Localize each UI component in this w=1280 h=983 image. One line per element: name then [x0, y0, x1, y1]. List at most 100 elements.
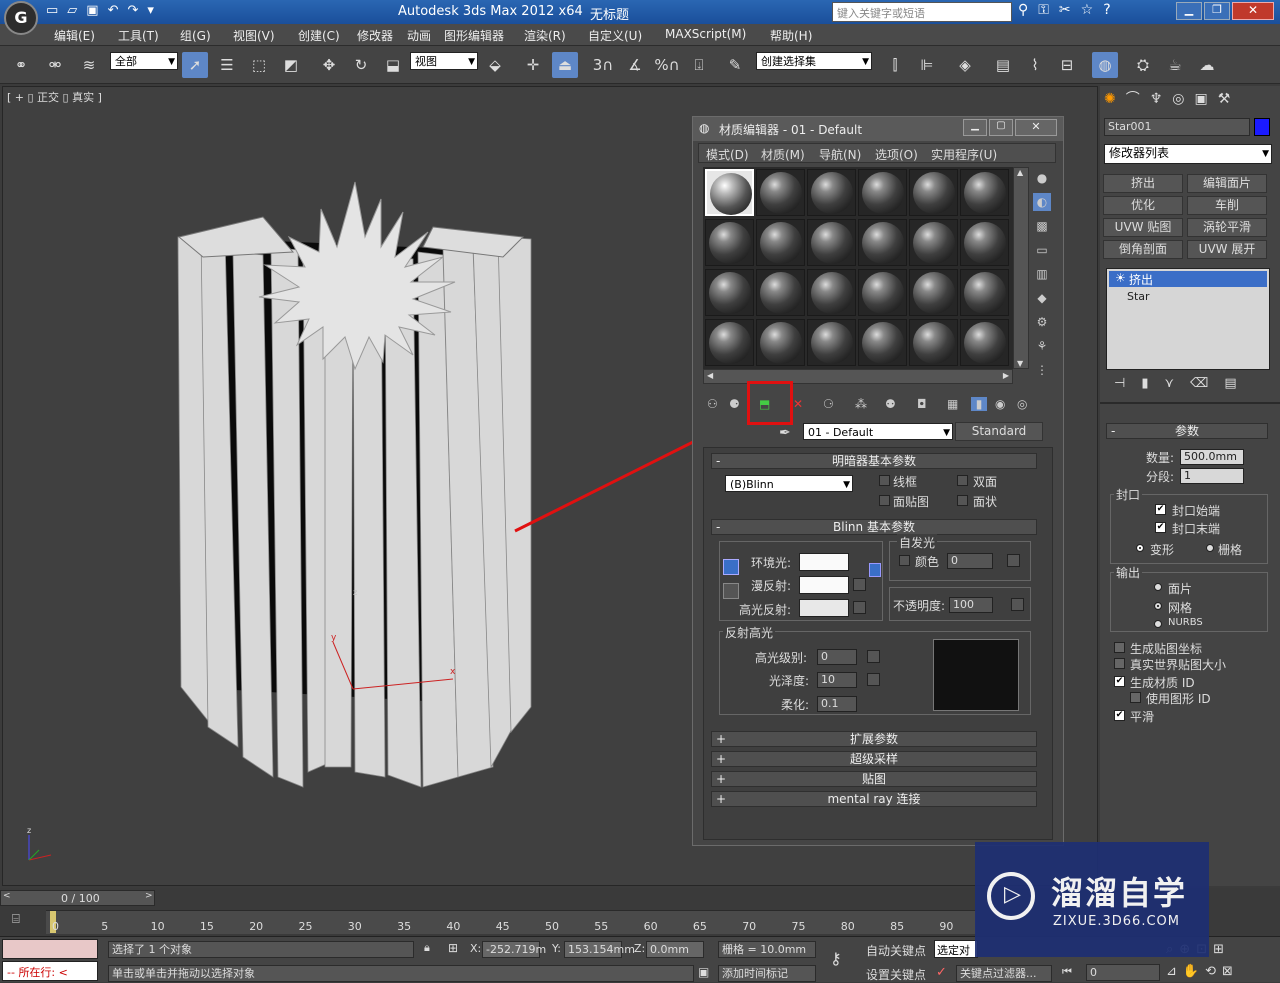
scroll-right-icon[interactable]: ▶ — [1003, 371, 1009, 380]
select-by-name-icon[interactable]: ☰ — [214, 52, 240, 78]
time-tag-icon[interactable]: ▣ — [698, 965, 709, 979]
window-crossing-icon[interactable]: ◩ — [278, 52, 304, 78]
stack-item-star[interactable]: Star — [1127, 290, 1150, 303]
modify-tab-icon[interactable]: ⌒ — [1126, 91, 1150, 107]
backlight-icon[interactable]: ◐ — [1033, 193, 1051, 211]
wire-checkbox[interactable] — [879, 475, 890, 486]
shader-basic-rollout[interactable]: - 明暗器基本参数 — [711, 453, 1037, 469]
mated-menu-navigation[interactable]: 导航(N) — [819, 146, 861, 163]
trackbar[interactable] — [46, 910, 976, 934]
dropdown-icon[interactable]: ▾ — [147, 3, 163, 18]
object-name-field[interactable]: Star001 — [1104, 118, 1250, 136]
material-sample-slot[interactable] — [960, 319, 1009, 366]
specular-map-button[interactable] — [853, 601, 866, 614]
selection-set-dropdown[interactable]: 选定对 — [934, 940, 978, 958]
specular-color-swatch[interactable] — [799, 599, 849, 617]
keyboard-shortcut-icon[interactable]: ⏏ — [552, 52, 578, 78]
select-object-icon[interactable]: ➚ — [182, 52, 208, 78]
mod-btn-unwrap-uvw[interactable]: UVW 展开 — [1187, 240, 1267, 259]
face-map-checkbox[interactable] — [879, 495, 890, 506]
material-sample-slot[interactable] — [909, 219, 958, 266]
close-button[interactable]: ✕ — [1232, 2, 1274, 20]
app-logo-icon[interactable]: G — [4, 1, 38, 35]
redo-icon[interactable]: ↷ — [128, 3, 148, 18]
video-color-check-icon[interactable]: ▥ — [1033, 265, 1051, 283]
running-line[interactable]: -- 所在行: < — [2, 961, 98, 981]
reference-coord-dropdown[interactable]: 视图 ▼ — [410, 52, 478, 70]
material-sample-slot[interactable] — [705, 169, 754, 216]
show-end-result-mat-icon[interactable]: ▮ — [971, 397, 987, 411]
specular-level-spinner[interactable]: 0 — [817, 649, 857, 665]
schematic-view-icon[interactable]: ⊟ — [1054, 52, 1080, 78]
object-color-swatch[interactable] — [1254, 118, 1270, 136]
grid-radio[interactable] — [1206, 544, 1214, 552]
edit-named-sets-icon[interactable]: ✎ — [722, 52, 748, 78]
diffuse-color-swatch[interactable] — [799, 576, 849, 594]
mesh-radio[interactable] — [1154, 602, 1162, 610]
material-sample-slot[interactable] — [858, 269, 907, 316]
menu-group[interactable]: 组(G) — [180, 27, 211, 44]
time-slider[interactable]: < 0 / 100 > — [0, 890, 155, 906]
menu-modifiers[interactable]: 修改器 — [357, 27, 393, 44]
sample-type-icon[interactable]: ● — [1033, 169, 1051, 187]
maps-rollout[interactable]: + 贴图 — [711, 771, 1037, 787]
lock-selection-icon[interactable]: 🔒︎ — [424, 941, 430, 955]
layer-manager-icon[interactable]: ◈ — [952, 52, 978, 78]
star-icon[interactable]: ☆ — [1081, 2, 1104, 18]
material-sample-slot[interactable] — [909, 269, 958, 316]
background-icon[interactable]: ▩ — [1033, 217, 1051, 235]
make-unique-icon[interactable]: ⋎ — [1164, 376, 1190, 391]
extended-params-rollout[interactable]: + 扩展参数 — [711, 731, 1037, 747]
search-input[interactable]: 键入关键字或短语 — [832, 2, 1012, 22]
material-sample-slot[interactable] — [960, 169, 1009, 216]
open-curve-editor-icon[interactable]: ⌸ — [12, 912, 20, 927]
mated-menu-options[interactable]: 选项(O) — [875, 146, 918, 163]
key-filters-button[interactable]: 关键点过滤器... — [956, 965, 1052, 982]
named-selection-set-dropdown[interactable]: 创建选择集 ▼ — [756, 52, 872, 70]
material-editor-icon[interactable]: ◍ — [1092, 52, 1118, 78]
motion-tab-icon[interactable]: ◎ — [1172, 91, 1194, 107]
real-world-map-checkbox[interactable] — [1114, 658, 1125, 669]
self-illum-spinner[interactable]: 0 — [947, 553, 993, 569]
unlink-icon[interactable]: ⚮ — [42, 52, 68, 78]
mated-maximize-button[interactable]: ▢ — [989, 119, 1013, 136]
add-time-tag[interactable]: 添加时间标记 — [718, 965, 816, 982]
link-icon[interactable]: ⚭ — [8, 52, 34, 78]
maximize-button[interactable]: ❐ — [1204, 2, 1230, 20]
reset-material-icon[interactable]: ✕ — [793, 397, 803, 411]
material-sample-slot[interactable] — [909, 169, 958, 216]
lightbulb-icon[interactable]: ☀ — [1115, 271, 1126, 285]
maximize-viewport-icon[interactable]: ⊠ — [1222, 964, 1239, 979]
selection-filter-dropdown[interactable]: 全部 ▼ — [110, 52, 178, 70]
binoculars-icon[interactable]: ⚲ — [1018, 2, 1038, 18]
z-coord-field[interactable]: 0.0mm — [646, 941, 704, 958]
material-map-navigator-icon[interactable]: ⋮ — [1033, 361, 1051, 379]
glossiness-map-button[interactable] — [867, 673, 880, 686]
soften-spinner[interactable]: 0.1 — [817, 696, 857, 712]
parameters-rollout[interactable]: - 参数 — [1106, 423, 1268, 439]
mated-close-button[interactable]: ✕ — [1015, 119, 1057, 136]
mod-btn-bevel-profile[interactable]: 倒角剖面 — [1103, 240, 1183, 259]
nurbs-radio[interactable] — [1154, 620, 1162, 628]
make-copy-icon[interactable]: ⚆ — [823, 397, 834, 411]
show-end-result-icon[interactable]: ▮ — [1141, 376, 1164, 391]
material-type-button[interactable]: Standard — [955, 422, 1043, 441]
sample-uv-tiling-icon[interactable]: ▭ — [1033, 241, 1051, 259]
material-editor-titlebar[interactable]: ◍ 材质编辑器 - 01 - Default ▁ ▢ ✕ — [693, 117, 1063, 141]
pick-material-eyedropper-icon[interactable]: ✒ — [779, 425, 791, 441]
set-key-button[interactable]: 设置关键点 — [866, 966, 926, 983]
lock-diffuse-specular-icon[interactable] — [723, 583, 739, 599]
gen-mat-id-checkbox[interactable]: ✔ — [1114, 676, 1125, 687]
pin-stack-icon[interactable]: ⊣ — [1114, 376, 1141, 391]
put-to-library-icon[interactable]: ⚉ — [885, 397, 896, 411]
material-sample-slot[interactable] — [756, 169, 805, 216]
prev-frame-icon[interactable]: < — [3, 891, 11, 901]
make-preview-icon[interactable]: ◆ — [1033, 289, 1051, 307]
undo-icon[interactable]: ↶ — [108, 3, 128, 18]
modifier-list-dropdown[interactable]: 修改器列表 ▼ — [1104, 144, 1272, 164]
save-icon[interactable]: ▣ — [86, 3, 107, 18]
spinner-snap-icon[interactable]: ⍗ — [686, 52, 712, 78]
open-file-icon[interactable]: ▱ — [67, 3, 86, 18]
maxscript-listener-mini[interactable] — [2, 939, 98, 959]
menu-animation[interactable]: 动画 — [407, 27, 431, 44]
